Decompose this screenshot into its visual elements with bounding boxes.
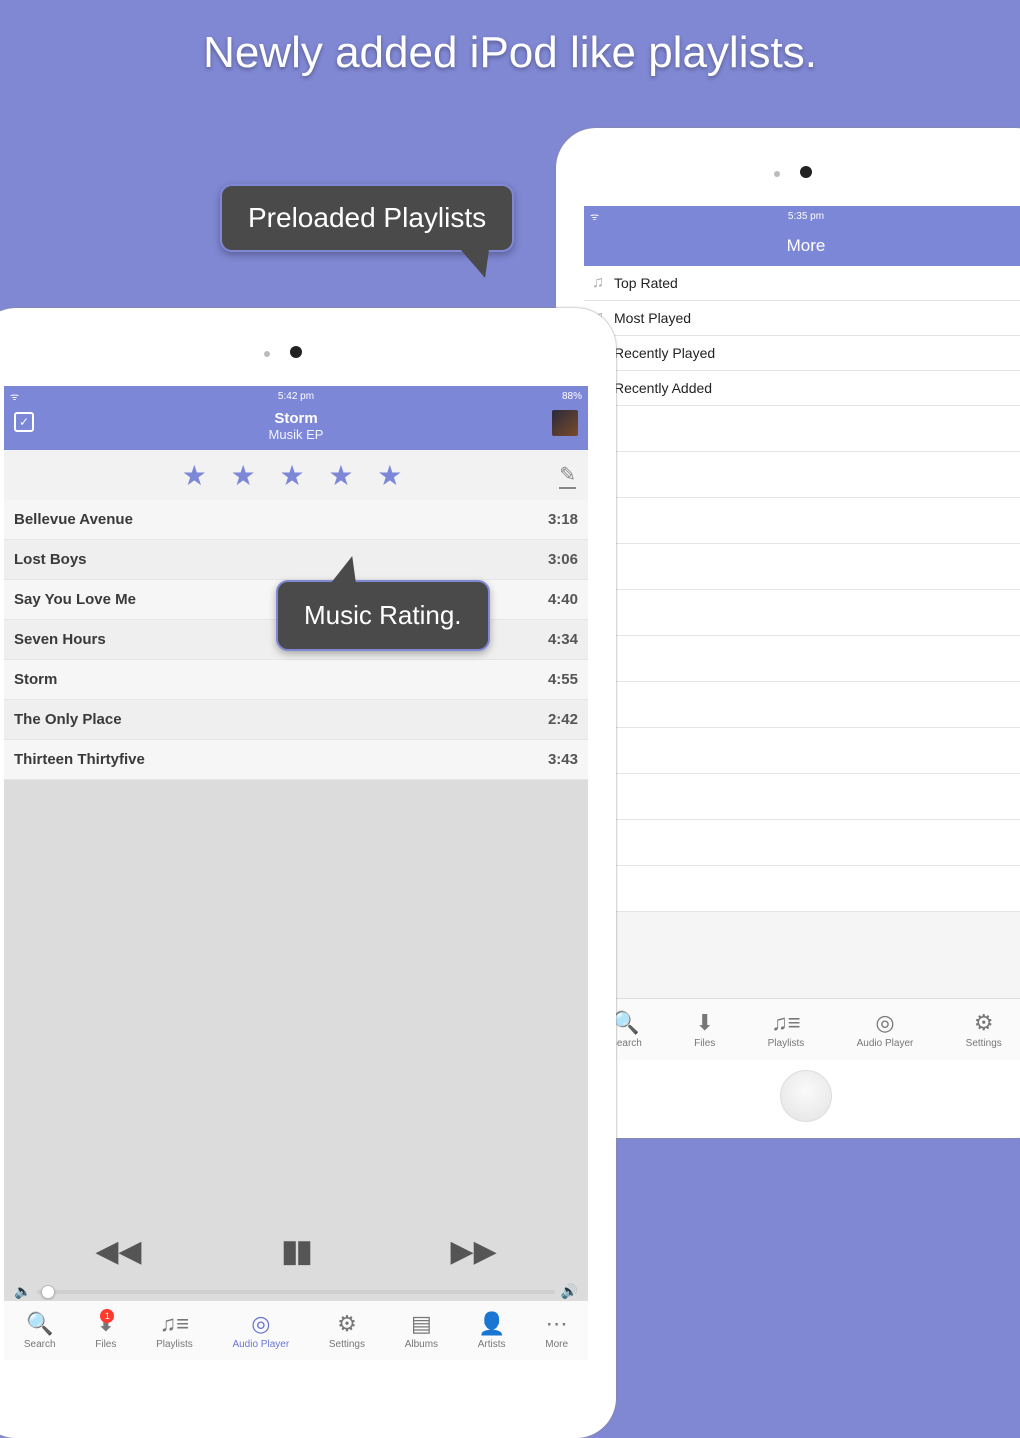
header-more: More — [584, 226, 1020, 266]
audio-icon: ◎ — [875, 1010, 894, 1036]
callout-preloaded-playlists: Preloaded Playlists — [220, 184, 514, 252]
tab-artists[interactable]: 👤Artists — [478, 1311, 506, 1350]
more-icon: ⋯ — [546, 1311, 568, 1337]
playlist-icon: ♫≡ — [160, 1311, 189, 1337]
albums-icon: ▤ — [411, 1311, 432, 1337]
track-row[interactable]: The Only Place2:42 — [4, 700, 588, 740]
empty-rows — [584, 406, 1020, 912]
ipad-player-device: ᯤ 5:42 pm 88% ✓ Storm Musik EP ★ ★ ★ ★ ★… — [0, 308, 616, 1438]
camera-dot — [800, 166, 812, 178]
status-bar: ᯤ 5:35 pm — [584, 206, 1020, 226]
gear-icon: ⚙ — [974, 1010, 994, 1036]
tab-settings[interactable]: ⚙Settings — [329, 1311, 365, 1350]
tab-search[interactable]: 🔍Search — [24, 1311, 56, 1350]
track-row[interactable]: Lost Boys3:06 — [4, 540, 588, 580]
tab-settings[interactable]: ⚙Settings — [966, 1010, 1002, 1049]
playlist-item[interactable]: ♫Most Played — [584, 301, 1020, 336]
tab-files[interactable]: ⬇Files1 — [95, 1311, 116, 1350]
camera-dot — [290, 346, 302, 358]
pause-button[interactable]: ▮▮ — [281, 1234, 310, 1269]
playlist-label: Top Rated — [614, 275, 678, 291]
tab-audio-player[interactable]: ◎Audio Player — [232, 1311, 289, 1350]
volume-low-icon: 🔈 — [14, 1283, 31, 1300]
prev-button[interactable]: ◀◀ — [95, 1234, 141, 1269]
status-time: 5:35 pm — [584, 211, 1020, 222]
status-bar: ᯤ 5:42 pm 88% — [4, 386, 588, 406]
callout-music-rating: Music Rating. — [276, 580, 490, 651]
sensor-dot — [264, 351, 270, 357]
sensor-dot — [774, 171, 780, 177]
callout-tail — [461, 250, 499, 278]
tab-bar: 🔍Search ⬇Files1 ♫≡Playlists ◎Audio Playe… — [4, 1300, 588, 1360]
playlist-item[interactable]: ♫Recently Added — [584, 371, 1020, 406]
rating-row: ★ ★ ★ ★ ★ ✎ — [4, 450, 588, 500]
audio-icon: ◎ — [251, 1311, 270, 1337]
artist-icon: 👤 — [478, 1311, 505, 1337]
player-header: ✓ Storm Musik EP — [4, 406, 588, 450]
search-icon: 🔍 — [26, 1311, 53, 1337]
slider-knob[interactable] — [41, 1285, 55, 1299]
volume-slider-row: 🔈 🔊 — [4, 1283, 588, 1300]
download-icon: ⬇ — [696, 1010, 714, 1036]
ipad-a-screen: ᯤ 5:42 pm 88% ✓ Storm Musik EP ★ ★ ★ ★ ★… — [4, 386, 588, 1360]
playlist-label: Recently Played — [614, 345, 715, 361]
playlist-label: Recently Added — [614, 380, 712, 396]
edit-icon[interactable]: ✎ — [559, 462, 576, 489]
now-playing-title: Storm — [4, 410, 588, 427]
album-art-thumb[interactable] — [552, 410, 578, 436]
star-rating[interactable]: ★ ★ ★ ★ ★ — [182, 459, 411, 492]
playlist-icon: ♫≡ — [771, 1010, 800, 1036]
track-row[interactable]: Thirteen Thirtyfive3:43 — [4, 740, 588, 780]
playlist-item[interactable]: ♫Recently Played — [584, 336, 1020, 371]
tab-playlists[interactable]: ♫≡Playlists — [156, 1311, 193, 1350]
search-icon: 🔍 — [612, 1010, 639, 1036]
ipad-playlists-device: ᯤ 5:35 pm More ♫ Top Rated ♫Most Played ♫… — [556, 128, 1020, 1138]
tab-bar: 🔍Search ⬇Files ♫≡Playlists ◎Audio Player… — [584, 998, 1020, 1060]
marketing-headline: Newly added iPod like playlists. — [0, 28, 1020, 78]
volume-high-icon: 🔊 — [561, 1283, 578, 1300]
tab-files[interactable]: ⬇Files — [694, 1010, 715, 1049]
tab-audio-player[interactable]: ◎Audio Player — [857, 1010, 914, 1049]
home-button[interactable] — [780, 1070, 832, 1122]
tab-more[interactable]: ⋯More — [545, 1311, 568, 1350]
music-icon: ♫ — [592, 274, 604, 292]
playlist-item[interactable]: ♫ Top Rated — [584, 266, 1020, 301]
tab-albums[interactable]: ▤Albums — [405, 1311, 438, 1350]
preloaded-playlist-list: ♫ Top Rated ♫Most Played ♫Recently Played… — [584, 266, 1020, 406]
tab-playlists[interactable]: ♫≡Playlists — [768, 1010, 805, 1049]
now-playing-album: Musik EP — [4, 427, 588, 442]
next-button[interactable]: ▶▶ — [451, 1234, 497, 1269]
status-time: 5:42 pm — [4, 391, 588, 402]
volume-slider[interactable] — [37, 1290, 554, 1294]
track-row[interactable]: Bellevue Avenue3:18 — [4, 500, 588, 540]
playlist-label: Most Played — [614, 310, 691, 326]
gear-icon: ⚙ — [337, 1311, 357, 1337]
track-row[interactable]: Storm4:55 — [4, 660, 588, 700]
ipad-b-screen: ᯤ 5:35 pm More ♫ Top Rated ♫Most Played ♫… — [584, 206, 1020, 1060]
player-controls-area: ◀◀ ▮▮ ▶▶ 🔈 🔊 — [4, 1234, 588, 1300]
